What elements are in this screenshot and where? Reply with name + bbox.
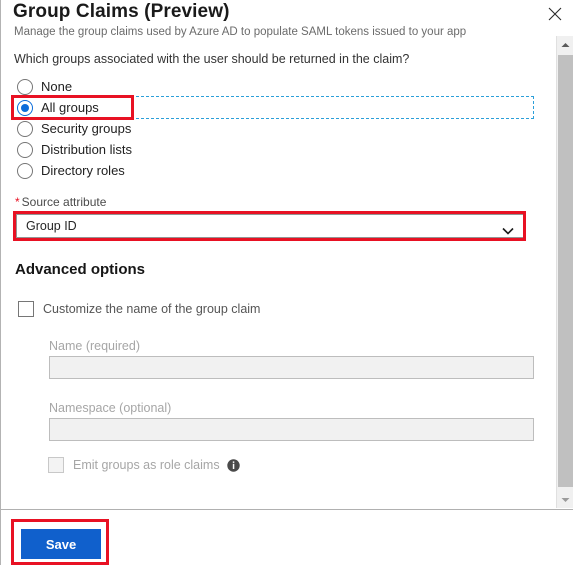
save-button[interactable]: Save	[21, 529, 101, 559]
emit-groups-as-role-claims-checkbox[interactable]: Emit groups as role claims	[48, 457, 240, 473]
radio-circle-icon	[17, 162, 33, 179]
radio-label: Directory roles	[41, 163, 125, 178]
chevron-down-icon	[502, 222, 514, 240]
required-asterisk: *	[15, 195, 20, 209]
source-attribute-select[interactable]: Group ID	[16, 214, 524, 238]
page-title: Group Claims (Preview)	[13, 1, 230, 22]
radio-option-directory-roles[interactable]: Directory roles	[1, 160, 541, 181]
panel-footer: Save	[1, 509, 573, 565]
namespace-field[interactable]	[49, 418, 534, 441]
info-icon[interactable]	[226, 458, 240, 472]
radio-circle-selected-icon	[17, 99, 33, 116]
source-attribute-value: Group ID	[26, 219, 77, 233]
customize-claim-name-checkbox[interactable]: Customize the name of the group claim	[18, 301, 260, 317]
radio-label: None	[41, 79, 73, 94]
radio-label: All groups	[41, 100, 99, 115]
radio-option-all-groups[interactable]: All groups	[1, 97, 541, 118]
scroll-up-arrow-icon[interactable]	[557, 36, 573, 53]
checkbox-label: Emit groups as role claims	[73, 458, 220, 472]
checkbox-icon	[48, 457, 64, 473]
page-subtitle: Manage the group claims used by Azure AD…	[14, 26, 467, 38]
scrollbar-thumb[interactable]	[558, 55, 573, 487]
checkbox-icon	[18, 301, 34, 317]
group-claims-panel: Group Claims (Preview) Manage the group …	[0, 0, 573, 565]
checkbox-label: Customize the name of the group claim	[43, 302, 261, 316]
radio-option-security-groups[interactable]: Security groups	[1, 118, 541, 139]
panel-content: Which groups associated with the user sh…	[1, 40, 573, 508]
radio-circle-icon	[17, 120, 33, 137]
group-scope-radio-group: None All groups Security groups Distribu…	[1, 76, 541, 181]
namespace-field-label: Namespace (optional)	[49, 401, 172, 415]
radio-label: Security groups	[41, 121, 132, 136]
name-field-label: Name (required)	[49, 339, 141, 353]
radio-option-none[interactable]: None	[1, 76, 541, 97]
name-field[interactable]	[49, 356, 534, 379]
radio-option-distribution-lists[interactable]: Distribution lists	[1, 139, 541, 160]
source-attribute-label: * Source attribute	[15, 195, 106, 209]
question-text: Which groups associated with the user sh…	[14, 52, 410, 66]
vertical-scrollbar[interactable]	[556, 36, 573, 508]
radio-circle-icon	[17, 78, 33, 95]
advanced-options-heading: Advanced options	[15, 261, 146, 278]
scroll-down-arrow-icon[interactable]	[557, 491, 573, 508]
radio-label: Distribution lists	[41, 142, 133, 157]
source-attribute-label-text: Source attribute	[21, 195, 107, 209]
close-icon[interactable]	[544, 3, 566, 25]
radio-circle-icon	[17, 141, 33, 158]
panel-header: Group Claims (Preview) Manage the group …	[1, 0, 573, 40]
